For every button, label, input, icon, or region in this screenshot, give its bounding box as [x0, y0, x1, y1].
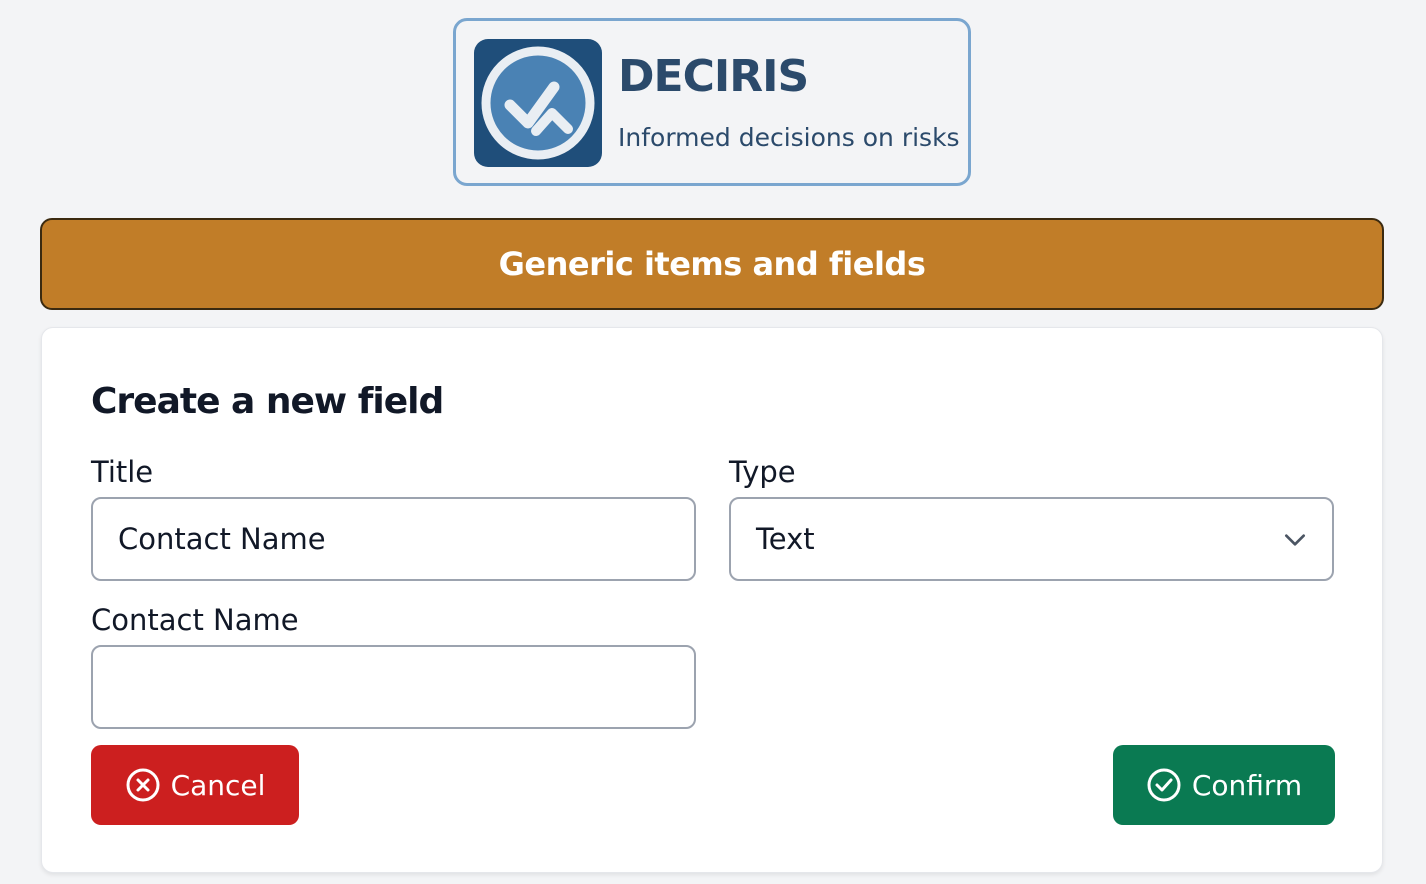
brand-tagline: Informed decisions on risks — [618, 123, 960, 152]
chevron-down-icon — [1284, 534, 1306, 546]
title-input[interactable]: Contact Name — [91, 497, 696, 581]
type-select[interactable]: Text — [729, 497, 1334, 581]
title-label: Title — [91, 455, 154, 489]
form-heading: Create a new field — [91, 381, 444, 422]
cancel-button[interactable]: Cancel — [91, 745, 299, 825]
contact-name-label: Contact Name — [91, 603, 299, 637]
create-field-card: Create a new field Title Contact Name Ty… — [41, 327, 1383, 873]
contact-name-input[interactable] — [91, 645, 696, 729]
check-circle-icon — [1147, 768, 1181, 802]
x-circle-icon — [126, 768, 160, 802]
brand-logo-box: DECIRIS Informed decisions on risks — [453, 18, 971, 186]
type-label: Type — [729, 455, 796, 489]
title-input-value: Contact Name — [118, 522, 326, 556]
banner-title: Generic items and fields — [498, 245, 926, 283]
section-banner: Generic items and fields — [40, 218, 1384, 310]
cancel-label: Cancel — [170, 768, 266, 802]
logo-icon — [474, 39, 602, 167]
confirm-label: Confirm — [1191, 768, 1303, 802]
type-select-value: Text — [756, 522, 815, 556]
brand-name: DECIRIS — [618, 51, 809, 102]
confirm-button[interactable]: Confirm — [1113, 745, 1335, 825]
